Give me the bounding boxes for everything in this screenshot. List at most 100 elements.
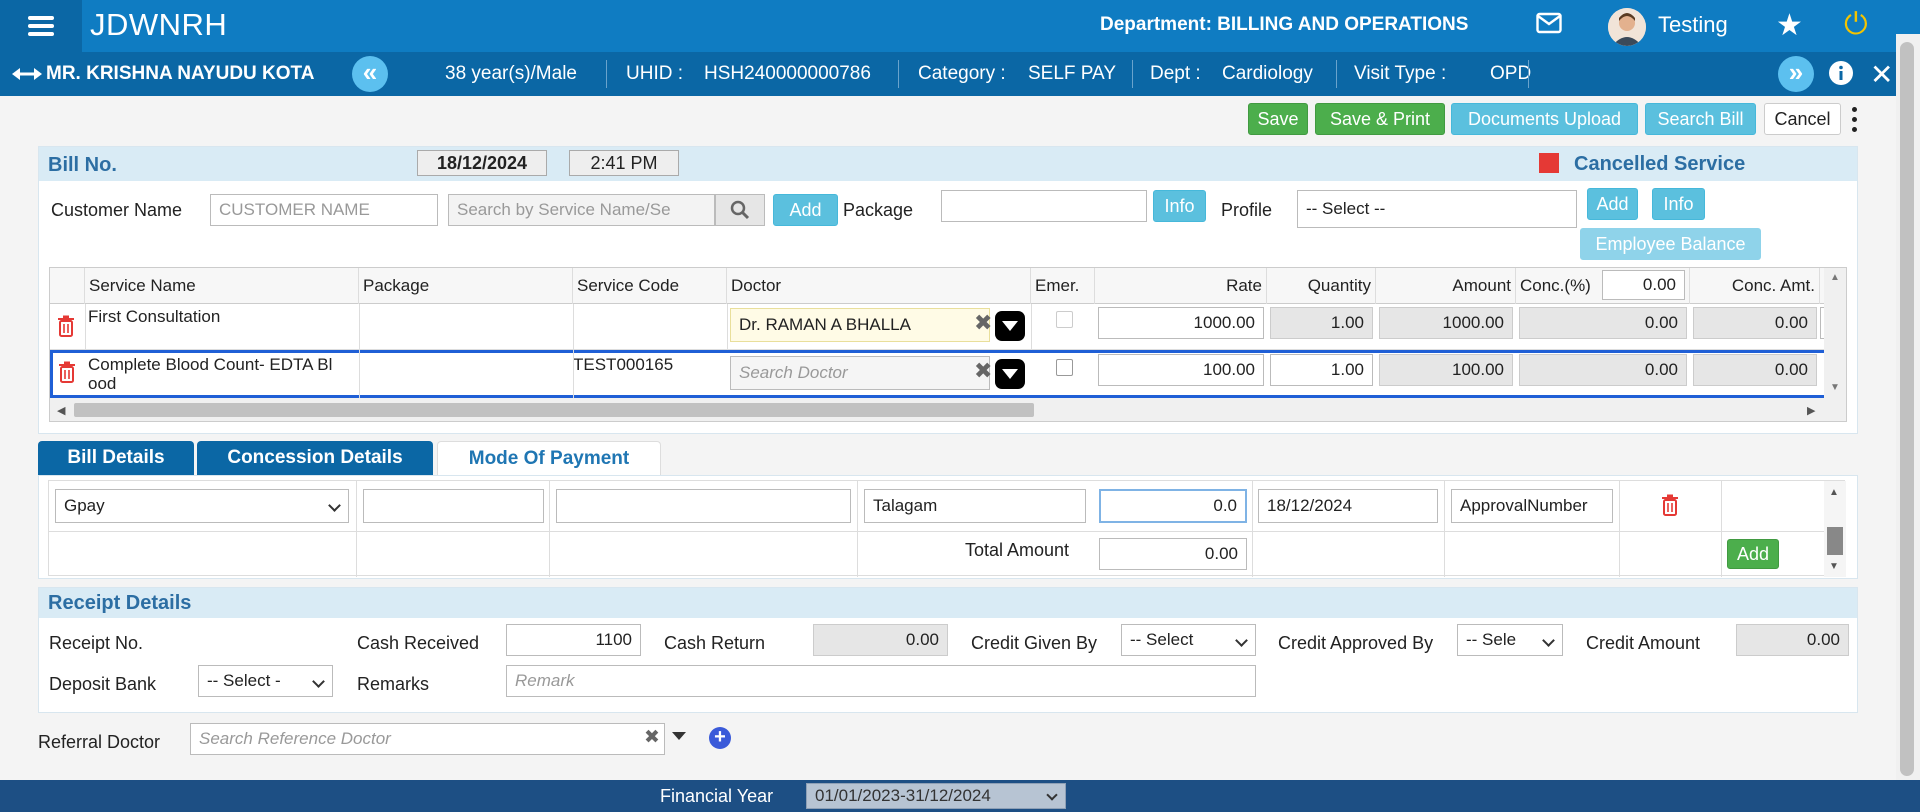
- add-service-button[interactable]: Add: [773, 194, 838, 226]
- doctor-input[interactable]: Search Doctor: [730, 356, 990, 390]
- delete-row-icon[interactable]: [58, 361, 76, 383]
- deposit-bank-select[interactable]: -- Select -: [198, 665, 333, 697]
- package-input[interactable]: [941, 190, 1147, 222]
- emergency-checkbox[interactable]: [1056, 359, 1073, 376]
- add-payment-button[interactable]: Add: [1727, 539, 1779, 569]
- top-bar: JDWNRH Department: BILLING AND OPERATION…: [0, 0, 1920, 52]
- clear-icon[interactable]: ✖: [644, 726, 660, 749]
- receipt-header: Receipt Details: [39, 588, 1857, 618]
- rate-input[interactable]: 100.00: [1098, 354, 1264, 386]
- quantity-input[interactable]: 1.00: [1270, 354, 1373, 386]
- cancel-button[interactable]: Cancel: [1764, 103, 1841, 135]
- scroll-left-icon[interactable]: ◀: [57, 404, 65, 417]
- scroll-up-icon[interactable]: ▲: [1829, 487, 1839, 498]
- payment-place-input[interactable]: Talagam: [864, 489, 1086, 523]
- swap-arrows-icon[interactable]: [12, 66, 42, 82]
- clear-icon[interactable]: ✖: [974, 358, 992, 384]
- payment-amount-input[interactable]: 0.0: [1099, 489, 1247, 523]
- payment-mode-select[interactable]: Gpay: [55, 489, 349, 523]
- receipt-no-label: Receipt No.: [49, 633, 144, 653]
- payment-date-input[interactable]: 18/12/2024: [1258, 489, 1438, 523]
- tab-bill-details[interactable]: Bill Details: [38, 441, 194, 475]
- doctor-dropdown-icon[interactable]: [995, 359, 1025, 389]
- double-chevron-right-icon: »: [1788, 57, 1804, 87]
- profile-info-button[interactable]: Info: [1652, 188, 1705, 220]
- page-scrollbar-thumb[interactable]: [1900, 42, 1914, 776]
- table-row[interactable]: First Consultation Dr. RAMAN A BHALLA ✖ …: [50, 304, 1846, 350]
- info-icon[interactable]: [1823, 56, 1859, 92]
- delete-payment-icon[interactable]: [1661, 494, 1679, 516]
- profile-add-button[interactable]: Add: [1587, 188, 1638, 220]
- remarks-label: Remarks: [357, 674, 430, 694]
- remarks-input[interactable]: Remark: [506, 665, 1256, 697]
- credit-amount-value: 0.00: [1736, 624, 1849, 656]
- add-referral-icon[interactable]: +: [709, 727, 731, 749]
- package-info-button[interactable]: Info: [1153, 190, 1206, 222]
- col-rate: Rate: [1095, 268, 1267, 304]
- grid-scrollbar-thumb[interactable]: [74, 403, 1034, 417]
- save-button[interactable]: Save: [1248, 103, 1308, 135]
- tab-mode-of-payment[interactable]: Mode Of Payment: [437, 441, 661, 475]
- profile-select[interactable]: -- Select --: [1297, 190, 1577, 228]
- approval-number-input[interactable]: ApprovalNumber: [1451, 489, 1613, 523]
- referral-doctor-label: Referral Doctor: [38, 732, 161, 752]
- menu-button[interactable]: [0, 0, 82, 52]
- emergency-checkbox[interactable]: [1056, 311, 1073, 328]
- scroll-right-icon[interactable]: ▶: [1807, 404, 1815, 417]
- payment-scrollbar-thumb[interactable]: [1827, 527, 1843, 555]
- customer-name-input[interactable]: CUSTOMER NAME: [210, 194, 438, 226]
- table-row[interactable]: Complete Blood Count- EDTA Bl ood TEST00…: [50, 350, 1846, 398]
- scroll-down-icon[interactable]: ▼: [1829, 561, 1839, 572]
- more-vertical-icon[interactable]: [1850, 104, 1858, 134]
- service-search-input[interactable]: Search by Service Name/Se: [448, 194, 715, 226]
- avatar[interactable]: [1608, 8, 1646, 46]
- credit-given-by-select[interactable]: -- Select: [1121, 624, 1256, 656]
- uhid-value: HSH240000000786: [704, 63, 871, 84]
- visit-type-value: OPD: [1490, 63, 1532, 84]
- conc-amt-value: 0.00: [1693, 307, 1817, 339]
- expand-right-button[interactable]: »: [1778, 56, 1814, 92]
- mail-icon[interactable]: [1536, 12, 1562, 34]
- delete-row-icon[interactable]: [57, 315, 75, 337]
- page-scrollbar[interactable]: [1896, 34, 1920, 780]
- save-print-button[interactable]: Save & Print: [1315, 103, 1445, 135]
- package-label: Package: [843, 200, 914, 220]
- receipt-details-title: Receipt Details: [48, 592, 192, 614]
- services-grid-header: Service Name Package Service Code Doctor…: [50, 268, 1846, 304]
- bill-date: 18/12/2024: [417, 150, 547, 176]
- dept-label: Dept :: [1150, 63, 1201, 84]
- col-conc-amt: Conc. Amt.: [1690, 268, 1820, 304]
- search-bill-button[interactable]: Search Bill: [1645, 103, 1756, 135]
- collapse-left-button[interactable]: «: [352, 56, 388, 92]
- cash-received-input[interactable]: 1100: [506, 624, 641, 656]
- doctor-dropdown-icon[interactable]: [995, 311, 1025, 341]
- referral-dropdown-icon[interactable]: [672, 732, 686, 740]
- star-icon[interactable]: ★: [1776, 8, 1803, 43]
- employee-balance-button[interactable]: Employee Balance: [1580, 228, 1761, 260]
- cancelled-service-legend: Cancelled Service: [1574, 153, 1746, 175]
- rate-input[interactable]: 1000.00: [1098, 307, 1264, 339]
- grid-vertical-scrollbar[interactable]: ▲ ▼: [1824, 268, 1846, 398]
- user-name[interactable]: Testing: [1658, 12, 1728, 38]
- credit-approved-by-select[interactable]: -- Sele: [1457, 624, 1563, 656]
- grid-horizontal-scrollbar[interactable]: ◀ ▶: [50, 398, 1846, 421]
- payment-field-2-input[interactable]: [363, 489, 544, 523]
- col-amount: Amount: [1376, 268, 1516, 304]
- close-icon[interactable]: ✕: [1870, 58, 1893, 91]
- tab-concession-details[interactable]: Concession Details: [197, 441, 433, 475]
- payment-scrollbar[interactable]: ▲ ▼: [1824, 481, 1846, 577]
- scroll-down-icon[interactable]: ▼: [1830, 382, 1840, 393]
- patient-age-gender: 38 year(s)/Male: [445, 63, 577, 84]
- service-name: Complete Blood Count- EDTA Bl ood: [88, 355, 333, 393]
- payment-field-3-input[interactable]: [556, 489, 851, 523]
- scroll-up-icon[interactable]: ▲: [1830, 272, 1840, 283]
- power-icon[interactable]: ⏻: [1844, 8, 1868, 42]
- financial-year-select[interactable]: 01/01/2023-31/12/2024: [806, 783, 1066, 809]
- doctor-input[interactable]: Dr. RAMAN A BHALLA: [730, 308, 990, 342]
- referral-doctor-input[interactable]: Search Reference Doctor: [190, 723, 665, 755]
- dept-value: Cardiology: [1222, 63, 1313, 84]
- documents-upload-button[interactable]: Documents Upload: [1451, 103, 1638, 135]
- clear-icon[interactable]: ✖: [974, 310, 992, 336]
- conc-pct-all-input[interactable]: 0.00: [1602, 270, 1685, 300]
- service-search-button[interactable]: [715, 194, 765, 226]
